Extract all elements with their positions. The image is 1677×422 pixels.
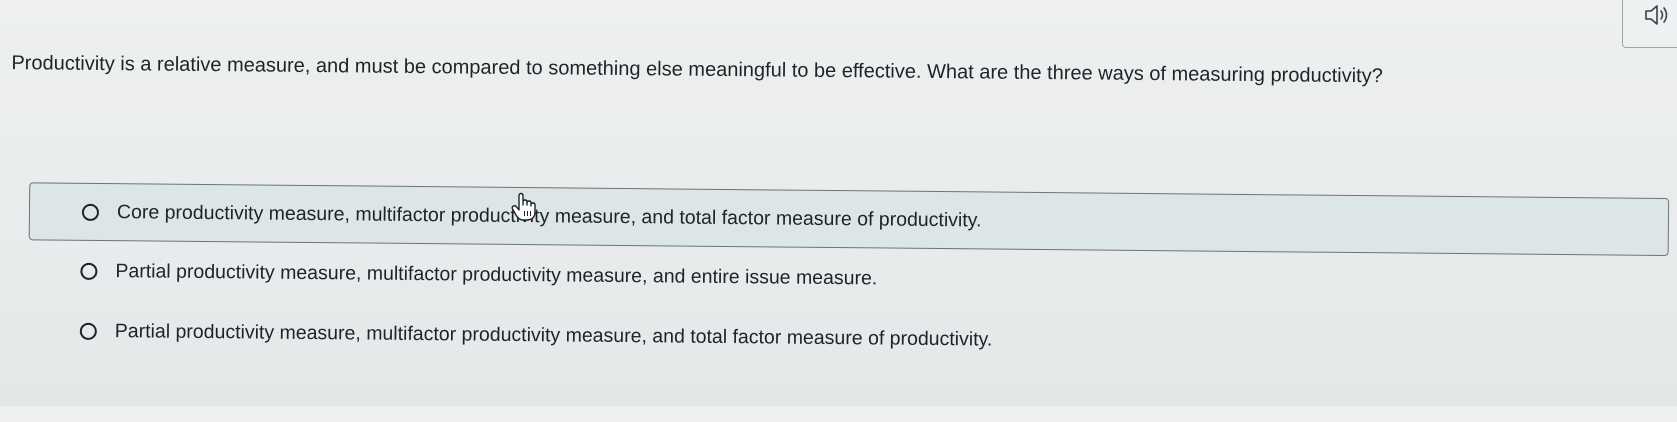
answer-option-label: Partial productivity measure, multifacto… (114, 320, 993, 351)
radio-button-1[interactable] (81, 203, 100, 221)
answer-option-3[interactable]: Partial productivity measure, multifacto… (28, 302, 1668, 374)
answer-options: Core productivity measure, multifactor p… (28, 182, 1670, 378)
answer-option-label: Core productivity measure, multifactor p… (116, 201, 982, 232)
read-aloud-button[interactable] (1622, 0, 1677, 48)
speaker-icon (1645, 5, 1668, 25)
question-page: Productivity is a relative measure, and … (0, 0, 1677, 422)
radio-button-3[interactable] (79, 322, 97, 340)
answer-option-label: Partial productivity measure, multifacto… (115, 260, 878, 290)
question-prompt: Productivity is a relative measure, and … (11, 52, 1383, 88)
radio-button-2[interactable] (80, 262, 98, 280)
